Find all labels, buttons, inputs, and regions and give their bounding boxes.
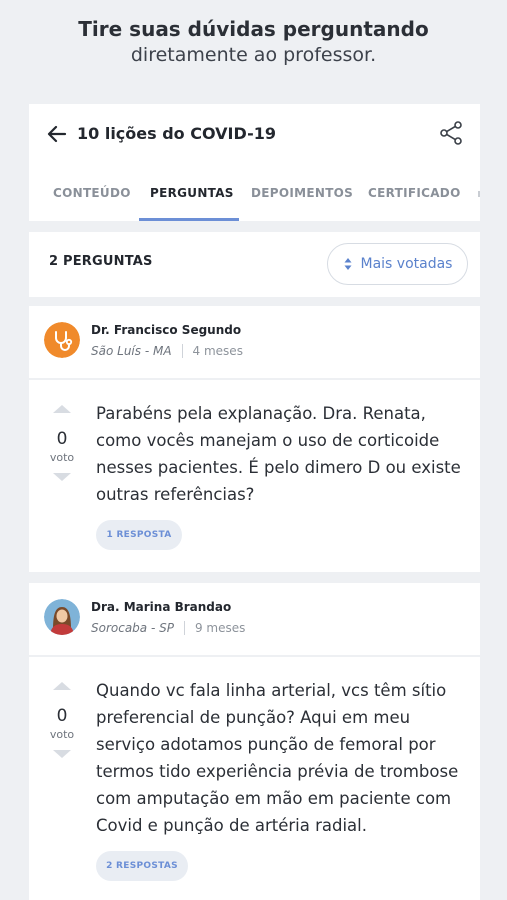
active-tab-indicator: [139, 218, 239, 221]
author-meta: São Luís - MA 4 meses: [91, 344, 243, 358]
downvote-icon[interactable]: [52, 749, 72, 759]
vote-widget: 0 voto: [48, 676, 76, 763]
question-card: 0 voto Parabéns pela explanação. Dra. Re…: [29, 380, 480, 572]
vote-label: voto: [49, 728, 75, 741]
questions-filter-bar: 2 PERGUNTAS Mais votadas: [29, 232, 480, 297]
sort-arrows-icon: [344, 258, 351, 270]
share-icon[interactable]: [438, 120, 464, 146]
vote-count: 0: [56, 429, 68, 449]
promo-header: Tire suas dúvidas perguntando diretament…: [0, 16, 507, 68]
user-photo-icon: [44, 599, 80, 635]
stethoscope-avatar-icon: [44, 322, 80, 358]
course-title: 10 lições do COVID-19: [77, 124, 276, 143]
top-bar: 10 lições do COVID-19: [29, 104, 480, 162]
tab-conteudo[interactable]: CONTEÚDO: [53, 186, 131, 200]
question-card: 0 voto Quando vc fala linha arterial, vc…: [29, 657, 480, 900]
question-age: 4 meses: [192, 344, 243, 358]
meta-divider: [183, 621, 185, 635]
tab-certificado[interactable]: CERTIFICADO: [368, 186, 461, 200]
questions-count: 2 PERGUNTAS: [49, 254, 153, 269]
question-age: 9 meses: [194, 621, 246, 635]
vote-widget: 0 voto: [48, 399, 76, 486]
question-text: Quando vc fala linha arterial, vcs têm s…: [96, 681, 459, 835]
vote-count: 0: [56, 706, 68, 726]
tab-perguntas[interactable]: PERGUNTAS: [150, 186, 234, 200]
author-name[interactable]: Dr. Francisco Segundo: [91, 323, 241, 337]
sort-label: Mais votadas: [360, 256, 453, 272]
avatar[interactable]: [44, 322, 80, 358]
author-location: Sorocaba - SP: [91, 621, 174, 635]
upvote-icon[interactable]: [52, 681, 72, 691]
question-author-row: Dr. Francisco Segundo São Luís - MA 4 me…: [29, 306, 480, 378]
promo-title: Tire suas dúvidas perguntando: [78, 17, 429, 41]
question-author-row: Dra. Marina Brandao Sorocaba - SP 9 mese…: [29, 583, 480, 655]
sort-button[interactable]: Mais votadas: [327, 243, 468, 285]
upvote-icon[interactable]: [52, 404, 72, 414]
avatar[interactable]: [44, 599, 80, 635]
author-name[interactable]: Dra. Marina Brandao: [91, 600, 231, 614]
question-text: Parabéns pela explanação. Dra. Renata, c…: [96, 404, 461, 504]
vote-label: voto: [49, 451, 75, 464]
replies-button[interactable]: 2 RESPOSTAS: [96, 851, 188, 881]
promo-subtitle: diretamente ao professor.: [130, 44, 377, 66]
meta-divider: [181, 344, 183, 358]
tab-overflow-indicator: [478, 191, 480, 197]
downvote-icon[interactable]: [52, 472, 72, 482]
course-header: 10 lições do COVID-19 CONTEÚDO PERGUNTAS…: [29, 104, 480, 221]
tab-depoimentos[interactable]: DEPOIMENTOS: [251, 186, 353, 200]
tab-bar: CONTEÚDO PERGUNTAS DEPOIMENTOS CERTIFICA…: [29, 174, 480, 221]
author-meta: Sorocaba - SP 9 meses: [91, 621, 245, 635]
replies-button[interactable]: 1 RESPOSTA: [96, 520, 182, 550]
back-arrow-icon[interactable]: [45, 122, 69, 146]
author-location: São Luís - MA: [91, 344, 172, 358]
